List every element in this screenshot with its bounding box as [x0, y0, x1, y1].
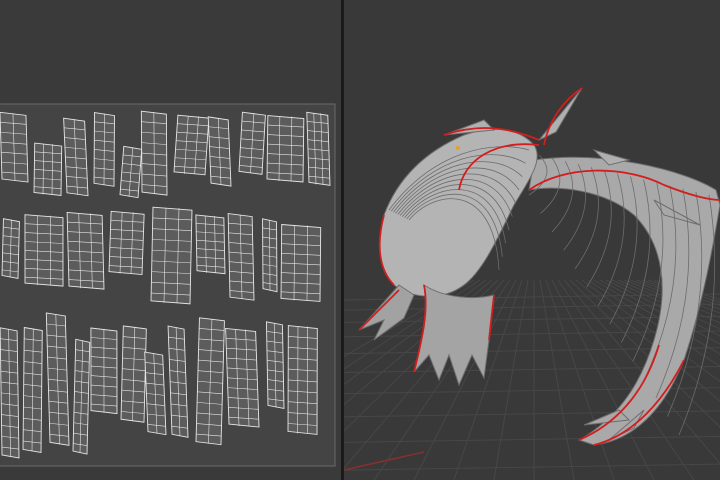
uv-island[interactable] [1, 218, 20, 279]
uv-island[interactable] [225, 327, 260, 428]
uv-island[interactable] [120, 325, 147, 423]
uv-island[interactable] [238, 111, 266, 175]
uv-island[interactable] [280, 224, 322, 302]
uv-island[interactable] [287, 325, 318, 435]
uv-island[interactable] [93, 112, 115, 187]
uv-island[interactable] [227, 213, 255, 301]
uv-island[interactable] [0, 327, 20, 459]
3d-viewport[interactable] [344, 0, 720, 480]
uv-editor-area[interactable] [0, 0, 341, 480]
uv-island[interactable] [195, 317, 225, 446]
uv-island[interactable] [150, 206, 193, 305]
origin-marker-icon[interactable] [456, 146, 460, 150]
uv-island[interactable] [22, 326, 43, 453]
mesh-object[interactable] [358, 87, 720, 446]
uv-island[interactable] [266, 115, 305, 183]
uv-canvas[interactable] [0, 0, 341, 480]
uv-island[interactable] [72, 338, 91, 455]
uv-island[interactable] [63, 117, 89, 197]
uv-island[interactable] [144, 351, 167, 436]
uv-island[interactable] [119, 145, 143, 199]
head-part [379, 128, 538, 297]
horn-top [538, 87, 583, 141]
uv-island[interactable] [0, 111, 29, 183]
uv-island[interactable] [140, 110, 168, 196]
uv-island[interactable] [108, 210, 145, 276]
uv-island[interactable] [173, 114, 210, 176]
uv-island[interactable] [207, 116, 232, 187]
uv-island[interactable] [45, 312, 70, 446]
viewport-canvas[interactable] [344, 0, 720, 480]
uv-island[interactable] [167, 325, 189, 438]
uv-island[interactable] [195, 214, 226, 275]
uv-island[interactable] [24, 214, 64, 287]
uv-island[interactable] [66, 211, 105, 290]
uv-island[interactable] [306, 111, 331, 186]
uv-island[interactable] [90, 327, 118, 415]
uv-island[interactable] [262, 218, 278, 293]
uv-island[interactable] [33, 142, 63, 196]
uv-island[interactable] [265, 321, 285, 409]
